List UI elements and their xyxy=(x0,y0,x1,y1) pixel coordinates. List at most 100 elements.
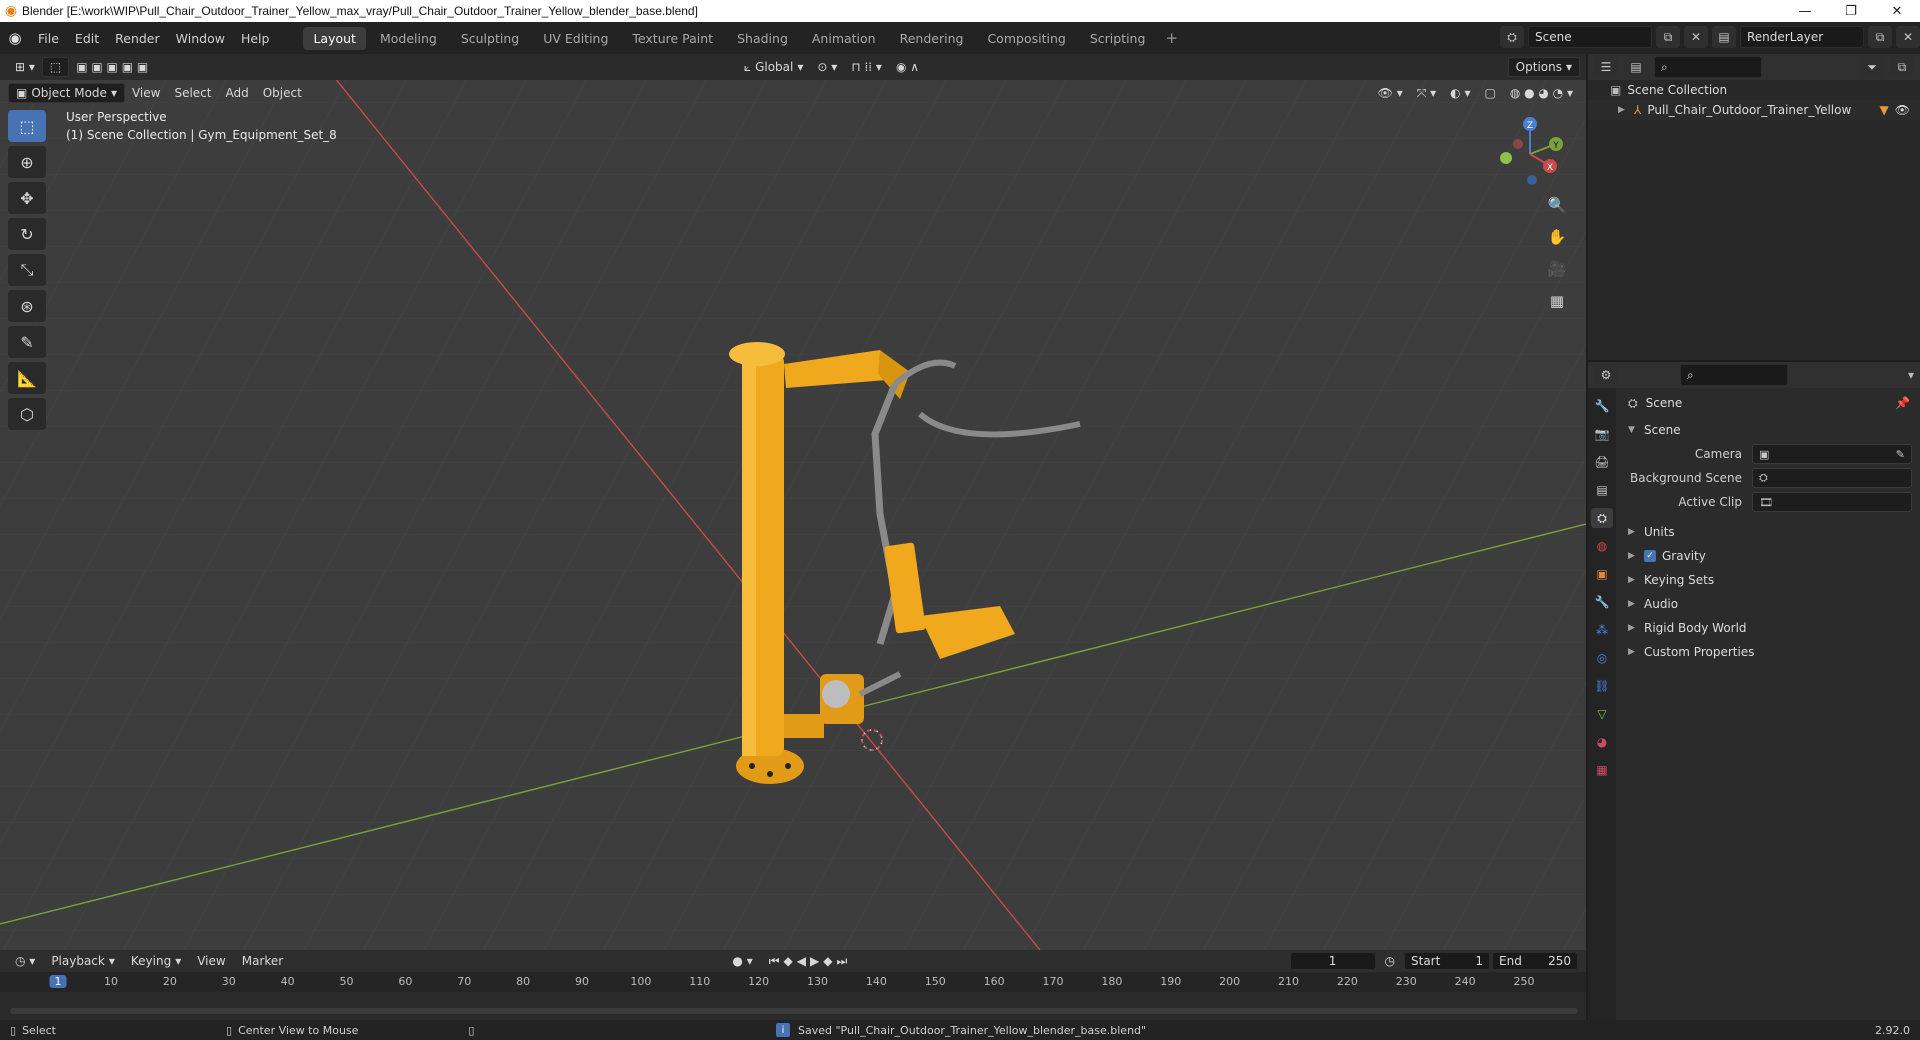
select-tool-icon[interactable]: ⬚ xyxy=(41,57,70,77)
outliner-item[interactable]: ▶ ⅄ Pull_Chair_Outdoor_Trainer_Yellow ▼ … xyxy=(1588,100,1920,120)
scene-browse-icon[interactable]: ⛭ xyxy=(1500,26,1524,48)
menu-add[interactable]: Add xyxy=(218,83,255,103)
end-frame-field[interactable]: End 250 xyxy=(1492,952,1578,970)
menu-edit[interactable]: Edit xyxy=(67,31,107,46)
new-view-layer-icon[interactable]: ⧉ xyxy=(1868,26,1892,48)
menu-window[interactable]: Window xyxy=(168,31,233,46)
prev-keyframe-icon[interactable]: ◆ xyxy=(784,954,793,968)
eyedropper-icon[interactable]: ✎ xyxy=(1896,448,1905,461)
snap-icon[interactable]: ⊓ ⁞⁞ ▾ xyxy=(844,57,889,77)
shading-modes-icon[interactable]: ◍ ● ◕ ◔ ▾ xyxy=(1503,83,1580,103)
transform-tool-icon[interactable]: ⊛ xyxy=(8,290,46,322)
transform-orientation-dropdown[interactable]: ⟀ Global ▾ xyxy=(737,57,811,77)
marker-menu[interactable]: Marker xyxy=(235,951,290,971)
workspace-tab-shading[interactable]: Shading xyxy=(727,27,798,50)
workspace-tab-compositing[interactable]: Compositing xyxy=(977,27,1075,50)
expand-arrow-icon[interactable]: ▶ xyxy=(1618,105,1628,115)
particles-tab-icon[interactable]: ⁂ xyxy=(1591,620,1613,640)
custom-properties-panel[interactable]: ▶ Custom Properties xyxy=(1618,640,1920,664)
selection-mode-icon[interactable]: ▣ ▣ ▣ ▣ ▣ xyxy=(69,57,155,77)
workspace-tab-scripting[interactable]: Scripting xyxy=(1080,27,1156,50)
object-data-tab-icon[interactable]: ▽ xyxy=(1591,704,1613,724)
menu-view[interactable]: View xyxy=(125,83,167,103)
background-scene-field[interactable]: ⛭ xyxy=(1752,468,1912,488)
scene-name-field[interactable]: Scene xyxy=(1528,26,1652,48)
jump-end-icon[interactable]: ⏭ xyxy=(836,954,847,969)
playback-menu[interactable]: Playback ▾ xyxy=(44,951,122,971)
scene-tab-icon[interactable]: ⛭ xyxy=(1591,508,1613,528)
proportional-edit-icon[interactable]: ◉ ∧ xyxy=(889,57,926,77)
texture-tab-icon[interactable]: ▦ xyxy=(1591,760,1613,780)
new-collection-icon[interactable]: ⧉ xyxy=(1890,56,1914,78)
active-clip-field[interactable]: 🎞 xyxy=(1752,492,1912,512)
properties-options-icon[interactable]: ▾ xyxy=(1908,368,1914,382)
xray-icon[interactable]: ▢ xyxy=(1477,83,1502,103)
outliner-editor-type-icon[interactable]: ☰ xyxy=(1594,56,1618,78)
gravity-checkbox[interactable]: ✓ xyxy=(1644,550,1656,562)
menu-render[interactable]: Render xyxy=(107,31,168,46)
ortho-grid-icon[interactable]: ▦ xyxy=(1544,288,1570,314)
audio-panel[interactable]: ▶ Audio xyxy=(1618,592,1920,616)
play-reverse-icon[interactable]: ◀ xyxy=(797,954,806,968)
view-layer-browse-icon[interactable]: ▤ xyxy=(1712,26,1736,48)
3d-viewport[interactable]: ⊞ ▾ ⬚ ▣ ▣ ▣ ▣ ▣ ⟀ Global ▾ ⊙ ▾ ⊓ ⁞⁞ ▾ ◉ ∧… xyxy=(0,54,1586,950)
pin-icon[interactable]: 📌 xyxy=(1895,396,1920,410)
display-mode-icon[interactable]: ▤ xyxy=(1624,56,1648,78)
delete-scene-icon[interactable]: ✕ xyxy=(1684,26,1708,48)
workspace-tab-layout[interactable]: Layout xyxy=(303,26,366,50)
scale-tool-icon[interactable]: ⤡ xyxy=(8,254,46,286)
record-icon[interactable]: ● ▾ xyxy=(725,951,759,971)
units-panel[interactable]: ▶ Units xyxy=(1618,520,1920,544)
filter-icon[interactable]: ⏷ xyxy=(1860,56,1884,78)
maximize-button[interactable]: ❐ xyxy=(1828,0,1874,22)
keying-sets-panel[interactable]: ▶ Keying Sets xyxy=(1618,568,1920,592)
menu-select[interactable]: Select xyxy=(167,83,218,103)
annotate-tool-icon[interactable]: ✎ xyxy=(8,326,46,358)
keying-menu[interactable]: Keying ▾ xyxy=(124,951,188,971)
next-keyframe-icon[interactable]: ◆ xyxy=(823,954,832,968)
render-tab-icon[interactable]: 📷 xyxy=(1591,424,1613,444)
blender-menu-icon[interactable]: ◉ xyxy=(0,29,30,47)
menu-file[interactable]: File xyxy=(30,31,67,46)
minimize-button[interactable]: — xyxy=(1782,0,1828,22)
workspace-tab-animation[interactable]: Animation xyxy=(802,27,886,50)
camera-field[interactable]: ▣ ✎ xyxy=(1752,444,1912,464)
scene-panel-header[interactable]: ▼ Scene xyxy=(1618,418,1920,442)
timeline-view-menu[interactable]: View xyxy=(190,951,232,971)
options-dropdown[interactable]: Options ▾ xyxy=(1507,57,1581,77)
camera-view-icon[interactable]: 🎥 xyxy=(1544,256,1570,282)
gizmo-toggle-icon[interactable]: ⤧ ▾ xyxy=(1410,83,1443,103)
move-tool-icon[interactable]: ✥ xyxy=(8,182,46,214)
delete-view-layer-icon[interactable]: ✕ xyxy=(1896,26,1920,48)
workspace-tab-uv-editing[interactable]: UV Editing xyxy=(533,27,618,50)
properties-search-input[interactable]: ⌕ xyxy=(1680,364,1788,386)
zoom-icon[interactable]: 🔍 xyxy=(1544,192,1570,218)
rigid-body-world-panel[interactable]: ▶ Rigid Body World xyxy=(1618,616,1920,640)
measure-tool-icon[interactable]: 📐 xyxy=(8,362,46,394)
workspace-tab-texture-paint[interactable]: Texture Paint xyxy=(622,27,723,50)
select-box-tool-icon[interactable]: ⬚ xyxy=(8,110,46,142)
pan-hand-icon[interactable]: ✋ xyxy=(1544,224,1570,250)
tool-tab-icon[interactable]: 🔧 xyxy=(1591,396,1613,416)
start-frame-field[interactable]: Start 1 xyxy=(1404,952,1490,970)
workspace-tab-rendering[interactable]: Rendering xyxy=(890,27,974,50)
outliner-search-input[interactable]: ⌕ xyxy=(1654,56,1762,78)
timeline-editor-type-icon[interactable]: ◷ ▾ xyxy=(8,951,42,971)
menu-help[interactable]: Help xyxy=(233,31,278,46)
object-mode-dropdown[interactable]: ▣ Object Mode ▾ xyxy=(8,83,125,103)
view-layer-tab-icon[interactable]: ▤ xyxy=(1591,480,1613,500)
physics-tab-icon[interactable]: ◎ xyxy=(1591,648,1613,668)
visibility-eye-icon[interactable]: 👁 xyxy=(1895,103,1920,117)
editor-type-icon[interactable]: ⊞ ▾ xyxy=(8,57,42,77)
jump-start-icon[interactable]: ⏮ xyxy=(769,954,780,969)
timeline-track[interactable] xyxy=(0,992,1586,1020)
constraints-tab-icon[interactable]: ⛓ xyxy=(1591,676,1613,696)
overlays-icon[interactable]: ◐ ▾ xyxy=(1443,83,1477,103)
modifier-tab-icon[interactable]: 🔧 xyxy=(1591,592,1613,612)
current-frame-field[interactable]: 1 xyxy=(1289,952,1376,970)
pivot-point-icon[interactable]: ⊙ ▾ xyxy=(810,57,844,77)
visibility-icon[interactable]: 👁 ▾ xyxy=(1371,83,1410,103)
workspace-tab-sculpting[interactable]: Sculpting xyxy=(451,27,529,50)
add-workspace-icon[interactable]: + xyxy=(1157,29,1186,47)
navigation-gizmo[interactable]: Z Y X xyxy=(1490,114,1570,194)
